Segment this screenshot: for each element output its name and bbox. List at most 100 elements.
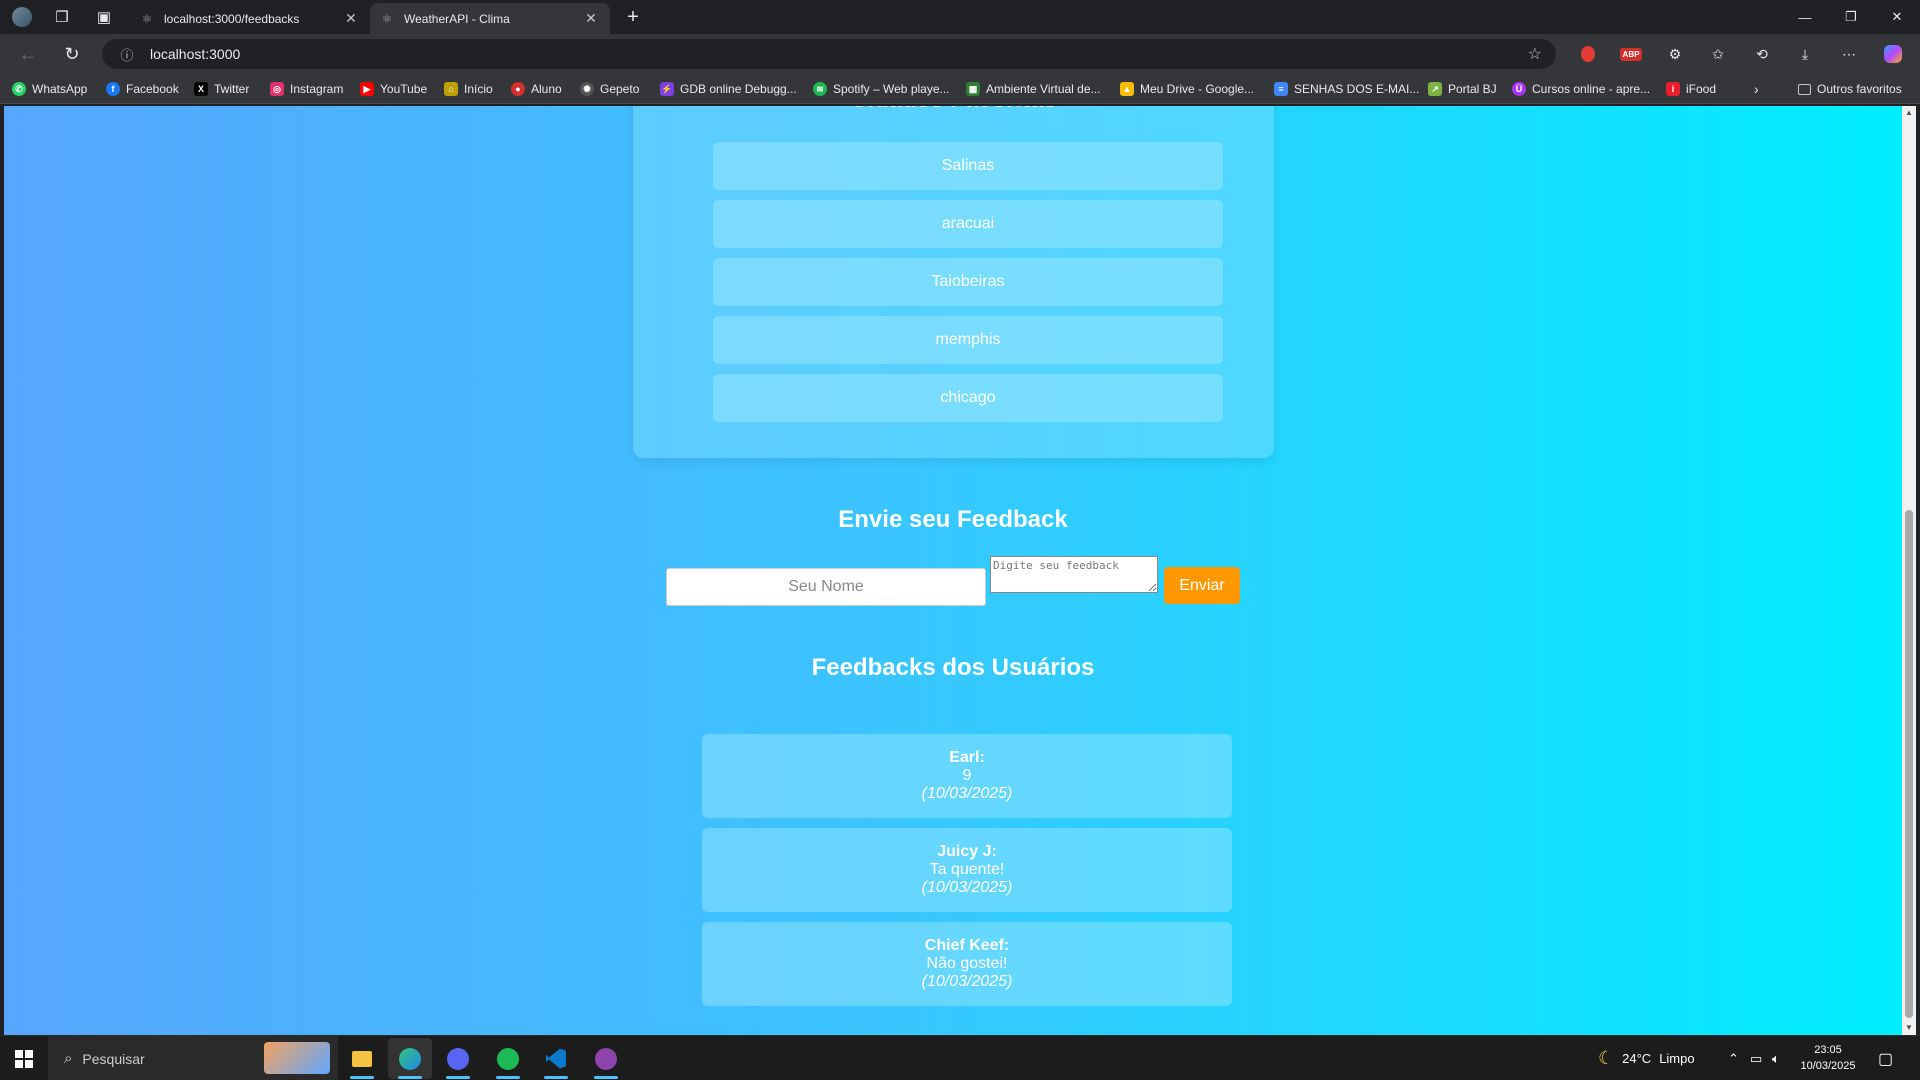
- bookmarks-overflow-chevron-icon[interactable]: ›: [1754, 74, 1759, 104]
- bookmark-twitter[interactable]: X Twitter: [194, 74, 249, 104]
- workspaces-icon[interactable]: ❐: [42, 0, 82, 34]
- extensions-puzzle-icon[interactable]: ⚙: [1661, 40, 1689, 68]
- weather-widget[interactable]: ☾ 24°C Limpo: [1598, 1036, 1695, 1080]
- bookmark-label: Início: [464, 82, 493, 96]
- moon-icon: ☾: [1598, 1048, 1615, 1068]
- feedback-form-title: Envie seu Feedback: [838, 506, 1068, 533]
- feedback-author: Earl:: [949, 749, 985, 766]
- bookmark-spotify[interactable]: ≋ Spotify – Web playe...: [813, 74, 950, 104]
- search-placeholder: Pesquisar: [82, 1050, 145, 1067]
- bookmark-cursos[interactable]: Ü Cursos online - apre...: [1512, 74, 1650, 104]
- back-icon[interactable]: ←: [12, 38, 44, 70]
- city-item[interactable]: memphis: [713, 316, 1223, 364]
- bookmark-ambiente-virtual[interactable]: ▦ Ambiente Virtual de...: [966, 74, 1101, 104]
- extension-red-icon[interactable]: [1574, 40, 1602, 68]
- tab-actions-icon[interactable]: ▣: [84, 0, 124, 34]
- feedback-message: Não gostei!: [926, 955, 1008, 972]
- city-item[interactable]: chicago: [713, 374, 1223, 422]
- search-icon: ⌕: [64, 1050, 73, 1067]
- file-explorer-icon[interactable]: [340, 1038, 384, 1079]
- bookmark-whatsapp[interactable]: ✆ WhatsApp: [12, 74, 87, 104]
- bookmark-ifood[interactable]: i iFood: [1666, 74, 1716, 104]
- spotify-app-icon[interactable]: [486, 1038, 530, 1079]
- city-item[interactable]: Taiobeiras: [713, 258, 1223, 306]
- show-hidden-icons-chevron-icon[interactable]: ⌃: [1728, 1036, 1739, 1080]
- restore-icon[interactable]: ❐: [1828, 0, 1874, 34]
- scroll-up-arrow-icon[interactable]: ▲: [1902, 106, 1916, 120]
- drive-icon: ▲: [1120, 82, 1134, 96]
- feedback-item: Juicy J: Ta quente! (10/03/2025): [702, 828, 1232, 912]
- feedbacks-list-title: Feedbacks dos Usuários: [811, 654, 1095, 681]
- feedback-date: (10/03/2025): [921, 785, 1013, 802]
- browser-toolbar: ← ↻ ⓘ localhost:3000 ☆ ABP ⚙ ✩ ⟲ ⤓ ⋯: [0, 34, 1920, 74]
- bookmark-gdb[interactable]: ⚡ GDB online Debugg...: [660, 74, 797, 104]
- site-info-icon[interactable]: ⓘ: [112, 45, 142, 64]
- running-indicator: [594, 1076, 618, 1079]
- aluno-icon: ●: [511, 82, 525, 96]
- taskbar-search[interactable]: ⌕ Pesquisar: [48, 1036, 338, 1080]
- github-desktop-icon[interactable]: [584, 1038, 628, 1079]
- name-input[interactable]: [666, 568, 986, 606]
- close-tab-icon[interactable]: ✕: [582, 10, 600, 27]
- tab-feedbacks[interactable]: ⚛ localhost:3000/feedbacks ✕: [130, 3, 370, 34]
- other-favorites[interactable]: Outros favoritos: [1798, 74, 1902, 104]
- send-feedback-button[interactable]: Enviar: [1164, 567, 1240, 604]
- bookmark-portal-bj[interactable]: ↗ Portal BJ: [1428, 74, 1497, 104]
- clock-date: 10/03/2025: [1800, 1060, 1856, 1072]
- download-icon[interactable]: ⤓: [1791, 40, 1819, 68]
- search-highlight-illustration-icon: [264, 1042, 330, 1074]
- volume-icon[interactable]: 🔈︎: [1772, 1036, 1780, 1080]
- bookmark-google-drive[interactable]: ▲ Meu Drive - Google...: [1120, 74, 1254, 104]
- feedback-item: Chief Keef: Não gostei! (10/03/2025): [702, 922, 1232, 1006]
- close-window-icon[interactable]: ✕: [1874, 0, 1920, 34]
- bookmark-youtube[interactable]: ▶ YouTube: [360, 74, 427, 104]
- ifood-icon: i: [1666, 82, 1680, 96]
- city-item[interactable]: Salinas: [713, 142, 1223, 190]
- bookmark-senhas[interactable]: ≡ SENHAS DOS E-MAI...: [1274, 74, 1419, 104]
- close-tab-icon[interactable]: ✕: [342, 10, 360, 27]
- scroll-down-arrow-icon[interactable]: ▼: [1902, 1021, 1916, 1035]
- page-scrollbar[interactable]: ▲ ▼: [1902, 106, 1916, 1035]
- bookmark-label: Cursos online - apre...: [1532, 82, 1651, 96]
- vscode-icon[interactable]: [534, 1038, 578, 1079]
- openai-icon: ✺: [580, 82, 594, 96]
- more-options-icon[interactable]: ⋯: [1835, 40, 1863, 68]
- whatsapp-icon: ✆: [12, 82, 26, 96]
- bookmark-gepeto[interactable]: ✺ Gepeto: [580, 74, 639, 104]
- bookmark-facebook[interactable]: f Facebook: [106, 74, 179, 104]
- bookmark-label: GDB online Debugg...: [680, 82, 797, 96]
- url-text[interactable]: localhost:3000: [150, 46, 240, 62]
- discord-icon[interactable]: [436, 1038, 480, 1079]
- bookmark-label: Instagram: [290, 82, 344, 96]
- weather-temperature: 24°C: [1622, 1051, 1652, 1066]
- profile-avatar-icon[interactable]: [2, 0, 42, 34]
- copilot-icon[interactable]: [1879, 40, 1907, 68]
- running-indicator: [496, 1076, 520, 1079]
- reload-icon[interactable]: ↻: [56, 38, 88, 70]
- clock-time: 23:05: [1814, 1044, 1842, 1056]
- windows-start-icon[interactable]: [0, 1036, 48, 1080]
- system-clock[interactable]: 23:05 10/03/2025: [1788, 1042, 1868, 1074]
- bookmark-aluno[interactable]: ● Aluno: [511, 74, 562, 104]
- new-tab-button[interactable]: +: [618, 0, 648, 34]
- scrollbar-thumb[interactable]: [1905, 510, 1913, 1018]
- feedback-textarea[interactable]: [990, 556, 1158, 593]
- bookmark-instagram[interactable]: ◎ Instagram: [270, 74, 343, 104]
- network-icon[interactable]: ▭: [1750, 1036, 1762, 1080]
- other-favorites-label: Outros favoritos: [1817, 82, 1902, 96]
- edge-browser-icon[interactable]: [388, 1038, 432, 1079]
- tab-weatherapi[interactable]: ⚛ WeatherAPI - Clima ✕: [370, 3, 610, 34]
- favorites-icon[interactable]: ✩: [1704, 40, 1732, 68]
- notifications-icon[interactable]: ▢: [1878, 1036, 1893, 1080]
- favorite-star-icon[interactable]: ☆: [1528, 44, 1542, 64]
- history-icon[interactable]: ⟲: [1748, 40, 1776, 68]
- feedback-date: (10/03/2025): [921, 879, 1013, 896]
- facebook-icon: f: [106, 82, 120, 96]
- city-item[interactable]: aracuai: [713, 200, 1223, 248]
- address-bar[interactable]: ⓘ localhost:3000 ☆: [102, 39, 1556, 69]
- bookmark-label: Gepeto: [600, 82, 640, 96]
- udemy-icon: Ü: [1512, 82, 1526, 96]
- minimize-icon[interactable]: —: [1782, 0, 1828, 34]
- bookmark-inicio[interactable]: ⌂ Início: [444, 74, 493, 104]
- adblock-icon[interactable]: ABP: [1617, 40, 1645, 68]
